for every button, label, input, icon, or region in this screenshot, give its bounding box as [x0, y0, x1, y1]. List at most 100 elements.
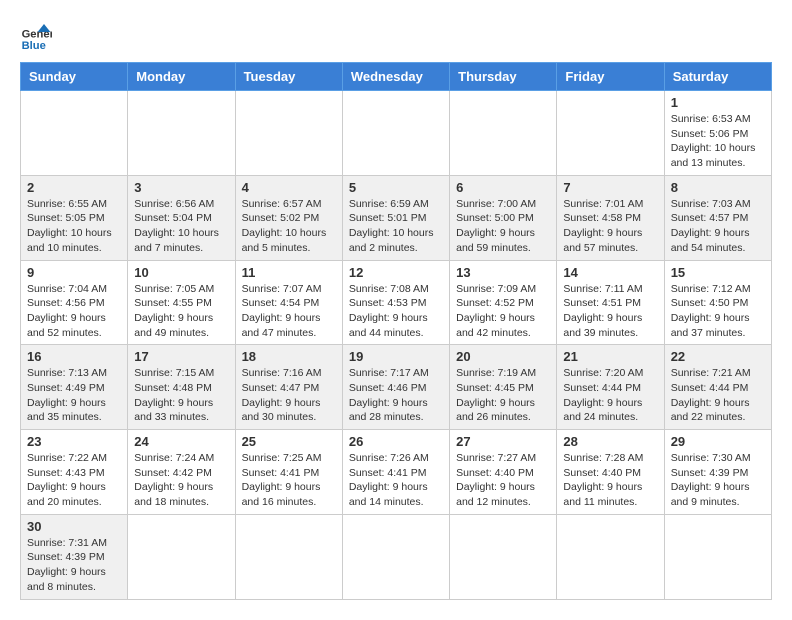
day-number: 25 — [242, 434, 336, 449]
calendar-cell — [128, 91, 235, 176]
day-info: Sunrise: 7:09 AM Sunset: 4:52 PM Dayligh… — [456, 282, 550, 341]
day-number: 2 — [27, 180, 121, 195]
calendar-cell: 7 Sunrise: 7:01 AM Sunset: 4:58 PM Daylig… — [557, 175, 664, 260]
calendar-week-6: 30 Sunrise: 7:31 AM Sunset: 4:39 PM Dayli… — [21, 514, 772, 599]
day-info: Sunrise: 7:00 AM Sunset: 5:00 PM Dayligh… — [456, 197, 550, 256]
calendar-header-row: SundayMondayTuesdayWednesdayThursdayFrid… — [21, 63, 772, 91]
calendar-header-wednesday: Wednesday — [342, 63, 449, 91]
calendar-cell: 1 Sunrise: 6:53 AM Sunset: 5:06 PM Daylig… — [664, 91, 771, 176]
calendar-week-2: 2Sunrise: 6:55 AM Sunset: 5:05 PM Daylig… — [21, 175, 772, 260]
calendar-cell: 14 Sunrise: 7:11 AM Sunset: 4:51 PM Dayli… — [557, 260, 664, 345]
day-info: Sunrise: 7:01 AM Sunset: 4:58 PM Dayligh… — [563, 197, 657, 256]
calendar-cell: 16Sunrise: 7:13 AM Sunset: 4:49 PM Dayli… — [21, 345, 128, 430]
day-number: 26 — [349, 434, 443, 449]
calendar-cell: 21 Sunrise: 7:20 AM Sunset: 4:44 PM Dayli… — [557, 345, 664, 430]
day-number: 13 — [456, 265, 550, 280]
day-info: Sunrise: 7:31 AM Sunset: 4:39 PM Dayligh… — [27, 536, 121, 595]
day-info: Sunrise: 7:15 AM Sunset: 4:48 PM Dayligh… — [134, 366, 228, 425]
day-info: Sunrise: 7:12 AM Sunset: 4:50 PM Dayligh… — [671, 282, 765, 341]
day-number: 21 — [563, 349, 657, 364]
day-info: Sunrise: 7:28 AM Sunset: 4:40 PM Dayligh… — [563, 451, 657, 510]
logo: General Blue — [20, 20, 52, 52]
day-number: 8 — [671, 180, 765, 195]
day-number: 27 — [456, 434, 550, 449]
calendar-cell: 22Sunrise: 7:21 AM Sunset: 4:44 PM Dayli… — [664, 345, 771, 430]
day-number: 20 — [456, 349, 550, 364]
calendar-cell: 27 Sunrise: 7:27 AM Sunset: 4:40 PM Dayli… — [450, 430, 557, 515]
calendar-header-monday: Monday — [128, 63, 235, 91]
calendar-cell: 12 Sunrise: 7:08 AM Sunset: 4:53 PM Dayli… — [342, 260, 449, 345]
day-info: Sunrise: 6:59 AM Sunset: 5:01 PM Dayligh… — [349, 197, 443, 256]
calendar-cell — [664, 514, 771, 599]
calendar-header-tuesday: Tuesday — [235, 63, 342, 91]
day-number: 15 — [671, 265, 765, 280]
calendar-header-friday: Friday — [557, 63, 664, 91]
day-number: 6 — [456, 180, 550, 195]
day-info: Sunrise: 7:03 AM Sunset: 4:57 PM Dayligh… — [671, 197, 765, 256]
generalblue-logo-icon: General Blue — [20, 20, 52, 52]
day-info: Sunrise: 6:53 AM Sunset: 5:06 PM Dayligh… — [671, 112, 765, 171]
calendar-cell — [128, 514, 235, 599]
day-number: 14 — [563, 265, 657, 280]
calendar-cell — [450, 91, 557, 176]
day-info: Sunrise: 7:25 AM Sunset: 4:41 PM Dayligh… — [242, 451, 336, 510]
calendar-cell: 11Sunrise: 7:07 AM Sunset: 4:54 PM Dayli… — [235, 260, 342, 345]
calendar-cell — [557, 514, 664, 599]
calendar-cell: 17Sunrise: 7:15 AM Sunset: 4:48 PM Dayli… — [128, 345, 235, 430]
day-info: Sunrise: 7:08 AM Sunset: 4:53 PM Dayligh… — [349, 282, 443, 341]
calendar-cell: 3 Sunrise: 6:56 AM Sunset: 5:04 PM Daylig… — [128, 175, 235, 260]
day-info: Sunrise: 7:20 AM Sunset: 4:44 PM Dayligh… — [563, 366, 657, 425]
calendar-header-sunday: Sunday — [21, 63, 128, 91]
calendar-cell — [21, 91, 128, 176]
calendar-cell: 10 Sunrise: 7:05 AM Sunset: 4:55 PM Dayli… — [128, 260, 235, 345]
day-info: Sunrise: 7:07 AM Sunset: 4:54 PM Dayligh… — [242, 282, 336, 341]
calendar-cell: 6 Sunrise: 7:00 AM Sunset: 5:00 PM Daylig… — [450, 175, 557, 260]
calendar-week-4: 16Sunrise: 7:13 AM Sunset: 4:49 PM Dayli… — [21, 345, 772, 430]
calendar-cell — [235, 91, 342, 176]
day-info: Sunrise: 7:16 AM Sunset: 4:47 PM Dayligh… — [242, 366, 336, 425]
calendar-cell: 8 Sunrise: 7:03 AM Sunset: 4:57 PM Daylig… — [664, 175, 771, 260]
calendar-cell — [557, 91, 664, 176]
day-info: Sunrise: 7:13 AM Sunset: 4:49 PM Dayligh… — [27, 366, 121, 425]
day-info: Sunrise: 7:11 AM Sunset: 4:51 PM Dayligh… — [563, 282, 657, 341]
day-number: 24 — [134, 434, 228, 449]
day-number: 1 — [671, 95, 765, 110]
calendar-cell: 2Sunrise: 6:55 AM Sunset: 5:05 PM Daylig… — [21, 175, 128, 260]
day-number: 22 — [671, 349, 765, 364]
calendar-cell: 13 Sunrise: 7:09 AM Sunset: 4:52 PM Dayli… — [450, 260, 557, 345]
day-info: Sunrise: 7:04 AM Sunset: 4:56 PM Dayligh… — [27, 282, 121, 341]
calendar-cell: 4Sunrise: 6:57 AM Sunset: 5:02 PM Daylig… — [235, 175, 342, 260]
day-number: 7 — [563, 180, 657, 195]
day-info: Sunrise: 7:19 AM Sunset: 4:45 PM Dayligh… — [456, 366, 550, 425]
day-number: 30 — [27, 519, 121, 534]
calendar-table: SundayMondayTuesdayWednesdayThursdayFrid… — [20, 62, 772, 600]
day-number: 10 — [134, 265, 228, 280]
calendar-week-5: 23Sunrise: 7:22 AM Sunset: 4:43 PM Dayli… — [21, 430, 772, 515]
day-info: Sunrise: 6:56 AM Sunset: 5:04 PM Dayligh… — [134, 197, 228, 256]
day-info: Sunrise: 7:26 AM Sunset: 4:41 PM Dayligh… — [349, 451, 443, 510]
calendar-cell: 23Sunrise: 7:22 AM Sunset: 4:43 PM Dayli… — [21, 430, 128, 515]
calendar-cell: 5Sunrise: 6:59 AM Sunset: 5:01 PM Daylig… — [342, 175, 449, 260]
svg-text:Blue: Blue — [22, 40, 46, 52]
calendar-header-saturday: Saturday — [664, 63, 771, 91]
calendar-cell: 18Sunrise: 7:16 AM Sunset: 4:47 PM Dayli… — [235, 345, 342, 430]
calendar-cell: 9 Sunrise: 7:04 AM Sunset: 4:56 PM Daylig… — [21, 260, 128, 345]
calendar-cell: 30 Sunrise: 7:31 AM Sunset: 4:39 PM Dayli… — [21, 514, 128, 599]
calendar-week-3: 9 Sunrise: 7:04 AM Sunset: 4:56 PM Daylig… — [21, 260, 772, 345]
day-info: Sunrise: 6:57 AM Sunset: 5:02 PM Dayligh… — [242, 197, 336, 256]
day-info: Sunrise: 7:27 AM Sunset: 4:40 PM Dayligh… — [456, 451, 550, 510]
day-number: 23 — [27, 434, 121, 449]
calendar-cell — [450, 514, 557, 599]
calendar-cell: 28Sunrise: 7:28 AM Sunset: 4:40 PM Dayli… — [557, 430, 664, 515]
calendar-cell: 26 Sunrise: 7:26 AM Sunset: 4:41 PM Dayli… — [342, 430, 449, 515]
day-info: Sunrise: 7:30 AM Sunset: 4:39 PM Dayligh… — [671, 451, 765, 510]
day-info: Sunrise: 7:05 AM Sunset: 4:55 PM Dayligh… — [134, 282, 228, 341]
calendar-cell: 29 Sunrise: 7:30 AM Sunset: 4:39 PM Dayli… — [664, 430, 771, 515]
day-number: 9 — [27, 265, 121, 280]
day-number: 29 — [671, 434, 765, 449]
calendar-week-1: 1 Sunrise: 6:53 AM Sunset: 5:06 PM Daylig… — [21, 91, 772, 176]
day-number: 12 — [349, 265, 443, 280]
calendar-cell — [342, 514, 449, 599]
day-number: 3 — [134, 180, 228, 195]
calendar-cell: 24Sunrise: 7:24 AM Sunset: 4:42 PM Dayli… — [128, 430, 235, 515]
